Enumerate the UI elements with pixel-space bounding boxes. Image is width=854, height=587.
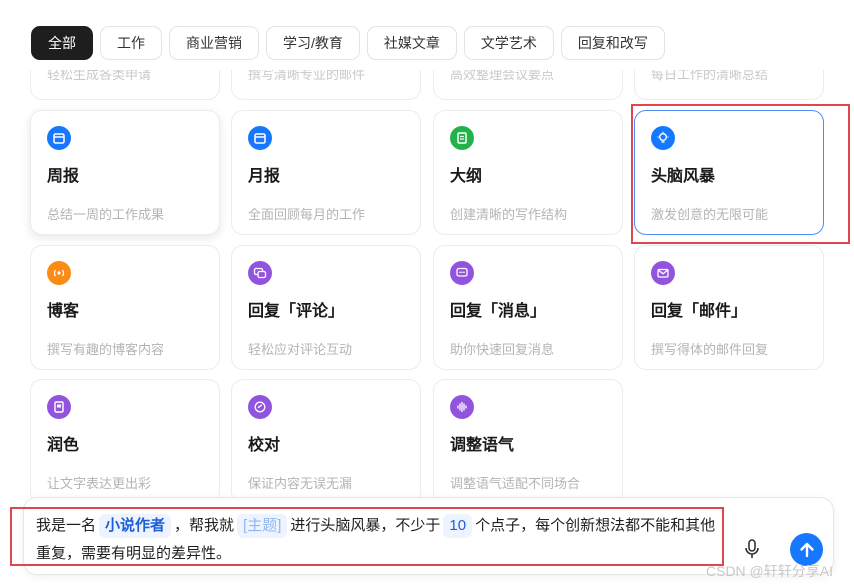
- template-card[interactable]: 轻松生成各类申请: [30, 70, 220, 100]
- card-description: 每日工作的清晰总结: [651, 70, 769, 82]
- role-slot[interactable]: 小说作者: [99, 514, 172, 538]
- document-icon: [450, 126, 474, 150]
- tab-literature-art[interactable]: 文学艺术: [463, 26, 554, 60]
- broadcast-icon: [47, 261, 71, 285]
- prompt-input[interactable]: 我是一名 小说作者 ，帮我就 [主题] 进行头脑风暴，不少于 10 个点子，每个创新想法都不…: [36, 512, 718, 568]
- card-description: 调整语气适配不同场合: [450, 476, 581, 491]
- card-blog[interactable]: 博客 撰写有趣的博客内容: [30, 245, 220, 370]
- card-description: 助你快速回复消息: [450, 342, 555, 357]
- card-description: 轻松生成各类申请: [47, 70, 152, 82]
- card-outline[interactable]: 大纲 创建清晰的写作结构: [433, 110, 623, 235]
- card-title: 周报: [47, 168, 80, 185]
- card-title: 回复「评论」: [248, 303, 345, 320]
- card-weekly-report[interactable]: 周报 总结一周的工作成果: [30, 110, 220, 235]
- card-title: 调整语气: [450, 437, 515, 454]
- calendar-icon: [47, 126, 71, 150]
- tab-education[interactable]: 学习/教育: [266, 26, 360, 60]
- card-title: 回复「消息」: [450, 303, 547, 320]
- card-description: 撰写得体的邮件回复: [651, 342, 769, 357]
- edit-doc-icon: [47, 395, 71, 419]
- soundwave-icon: [450, 395, 474, 419]
- card-description: 总结一周的工作成果: [47, 207, 165, 222]
- card-title: 大纲: [450, 168, 483, 185]
- card-title: 润色: [47, 437, 80, 454]
- card-description: 保证内容无误无漏: [248, 476, 353, 491]
- card-title: 头脑风暴: [651, 168, 716, 185]
- card-title: 回复「邮件」: [651, 303, 748, 320]
- card-description: 撰写清晰专业的邮件: [248, 70, 366, 82]
- card-description: 让文字表达更出彩: [47, 476, 152, 491]
- mail-icon: [651, 261, 675, 285]
- card-brainstorm[interactable]: 头脑风暴 激发创意的无限可能: [634, 110, 824, 235]
- card-description: 全面回顾每月的工作: [248, 207, 366, 222]
- comments-icon: [248, 261, 272, 285]
- check-circle-icon: [248, 395, 272, 419]
- chat-icon: [450, 261, 474, 285]
- template-card[interactable]: 撰写清晰专业的邮件: [231, 70, 421, 100]
- lightbulb-icon: [651, 126, 675, 150]
- tab-reply-rewrite[interactable]: 回复和改写: [560, 26, 665, 60]
- calendar-icon: [248, 126, 272, 150]
- prompt-text: 我是一名: [36, 517, 97, 534]
- card-polish[interactable]: 润色 让文字表达更出彩: [30, 379, 220, 504]
- card-reply-comment[interactable]: 回复「评论」 轻松应对评论互动: [231, 245, 421, 370]
- tab-marketing[interactable]: 商业营销: [169, 26, 259, 60]
- tab-social-media[interactable]: 社媒文章: [366, 26, 457, 60]
- tab-all[interactable]: 全部: [31, 26, 93, 60]
- card-description: 轻松应对评论互动: [248, 342, 353, 357]
- card-description: 撰写有趣的博客内容: [47, 342, 165, 357]
- card-title: 博客: [47, 303, 80, 320]
- card-description: 激发创意的无限可能: [651, 207, 769, 222]
- card-description: 高效整理会议要点: [450, 70, 555, 82]
- card-description: 创建清晰的写作结构: [450, 207, 568, 222]
- card-reply-message[interactable]: 回复「消息」 助你快速回复消息: [433, 245, 623, 370]
- topic-slot[interactable]: [主题]: [237, 514, 288, 538]
- prompt-text: ，帮我就: [174, 517, 235, 534]
- count-slot[interactable]: 10: [443, 514, 473, 538]
- prompt-text: 进行头脑风暴，不少于: [290, 517, 441, 534]
- watermark: CSDN @轩轩分享AI: [706, 563, 833, 579]
- template-card[interactable]: 每日工作的清晰总结: [634, 70, 824, 100]
- card-adjust-tone[interactable]: 调整语气 调整语气适配不同场合: [433, 379, 623, 504]
- tab-work[interactable]: 工作: [100, 26, 162, 60]
- template-card[interactable]: 高效整理会议要点: [433, 70, 623, 100]
- card-proofread[interactable]: 校对 保证内容无误无漏: [231, 379, 421, 504]
- card-monthly-report[interactable]: 月报 全面回顾每月的工作: [231, 110, 421, 235]
- card-reply-email[interactable]: 回复「邮件」 撰写得体的邮件回复: [634, 245, 824, 370]
- clipped-card-row: 轻松生成各类申请 撰写清晰专业的邮件 高效整理会议要点 每日工作的清晰总结: [0, 70, 854, 101]
- card-title: 校对: [248, 437, 281, 454]
- arrow-up-icon: [799, 542, 814, 557]
- microphone-icon[interactable]: [742, 538, 762, 560]
- card-title: 月报: [248, 168, 281, 185]
- category-tabs: 全部 工作 商业营销 学习/教育 社媒文章 文学艺术 回复和改写: [31, 26, 665, 60]
